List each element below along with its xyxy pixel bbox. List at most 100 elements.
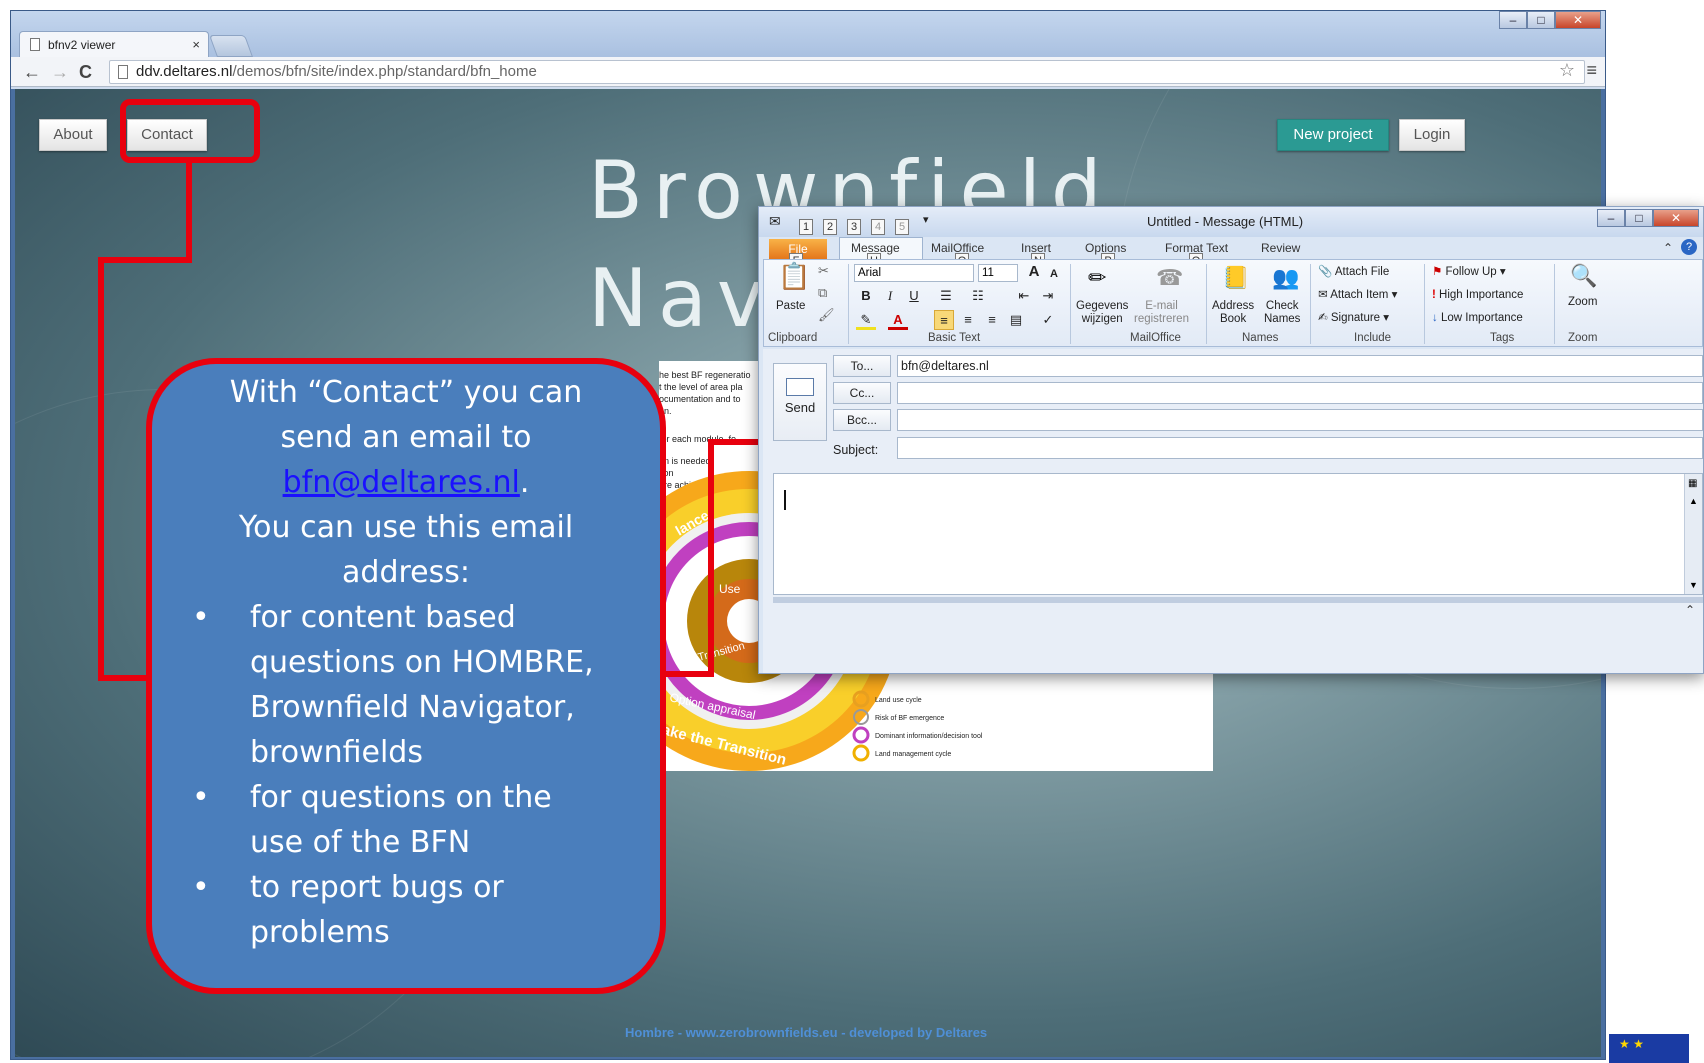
bullets-icon[interactable]: ☰ — [936, 286, 956, 306]
format-painter-icon[interactable]: 🖌 — [818, 308, 835, 321]
justify-icon[interactable]: ▤ — [1006, 310, 1026, 330]
spelling-icon[interactable]: ✓ — [1038, 310, 1058, 330]
callout-email-link[interactable]: bfn@deltares.nl — [283, 465, 520, 500]
copy-icon[interactable]: ⧉ — [818, 286, 827, 299]
bold-icon[interactable]: B — [856, 286, 876, 306]
expand-people-pane-icon[interactable]: ⌃ — [1685, 603, 1695, 617]
close-window-button[interactable]: ✕ — [1653, 209, 1699, 227]
numbering-icon[interactable]: ☷ — [968, 286, 988, 306]
browser-tab[interactable]: bfnv2 viewer × — [19, 31, 209, 57]
high-importance-icon: ! — [1432, 289, 1440, 301]
maximize-button[interactable]: □ — [1527, 11, 1555, 29]
bcc-field[interactable] — [897, 409, 1703, 431]
legend-swatch — [852, 744, 870, 762]
low-importance-button[interactable]: ↓ Low Importance — [1432, 312, 1523, 325]
signature-button[interactable]: ✍ Signature ▾ — [1318, 312, 1389, 325]
quick-access-key: 4 — [871, 219, 885, 235]
tab-review[interactable]: Review — [1261, 241, 1300, 255]
italic-icon[interactable]: I — [880, 286, 900, 306]
ruler-icon[interactable]: ▦ — [1688, 478, 1697, 489]
high-importance-button[interactable]: ! High Importance — [1432, 289, 1523, 302]
scroll-up-icon[interactable]: ▲ — [1689, 496, 1698, 506]
check-names-button[interactable]: Check Names — [1264, 300, 1300, 326]
ribbon: 📋 Paste ✂ ⧉ 🖌 Clipboard Arial 11 A A B I… — [763, 259, 1703, 347]
about-button[interactable]: About — [39, 119, 107, 151]
new-tab-button[interactable] — [208, 35, 254, 57]
minimize-button[interactable]: – — [1499, 11, 1527, 29]
legend-swatch — [852, 726, 870, 744]
group-separator — [848, 264, 849, 344]
bcc-button[interactable]: Bcc... — [833, 409, 891, 431]
ribbon-collapse-icon[interactable]: ⌃ — [1663, 241, 1673, 255]
address-bar[interactable]: ddv.deltares.nl/demos/bfn/site/index.php… — [109, 60, 1585, 84]
maximize-button[interactable]: □ — [1625, 209, 1653, 227]
to-button[interactable]: To... — [833, 355, 891, 377]
forward-icon[interactable]: → — [51, 62, 69, 82]
menu-icon[interactable]: ≡ — [1586, 60, 1597, 81]
font-color-icon[interactable]: A — [888, 310, 908, 330]
quick-access-key: 5 — [895, 219, 909, 235]
page-icon — [30, 38, 40, 51]
star-icon[interactable]: ☆ — [1559, 60, 1575, 81]
vertical-scrollbar[interactable]: ▦ ▲ ▼ — [1684, 474, 1702, 594]
legend-label: Land management cycle — [875, 751, 951, 758]
paste-button[interactable]: Paste — [776, 300, 805, 313]
align-center-icon[interactable]: ≡ — [958, 310, 978, 330]
text-caret — [784, 490, 786, 510]
highlight-icon[interactable]: ✎ — [856, 310, 876, 330]
horizontal-divider — [773, 597, 1703, 603]
legend-label: Dominant information/decision tool — [875, 733, 983, 740]
minimize-button[interactable]: – — [1597, 209, 1625, 227]
attach-item-button[interactable]: ✉ Attach Item ▾ — [1318, 289, 1397, 302]
connector-line — [660, 671, 714, 677]
eu-flag-logo: ★ ★ — [1609, 1034, 1689, 1063]
group-separator — [1554, 264, 1555, 344]
email-registreren-button[interactable]: E-mail registreren — [1134, 300, 1189, 326]
new-project-button[interactable]: New project — [1277, 119, 1389, 151]
address-book-icon: 📒 — [1222, 265, 1250, 290]
cc-field[interactable] — [897, 382, 1703, 404]
address-book-button[interactable]: Address Book — [1212, 300, 1254, 326]
group-separator — [1310, 264, 1311, 344]
back-icon[interactable]: ← — [23, 62, 41, 82]
font-name-select[interactable]: Arial — [854, 264, 974, 282]
tab-close-icon[interactable]: × — [192, 37, 200, 52]
send-button[interactable]: Send — [773, 363, 827, 441]
login-button[interactable]: Login — [1399, 119, 1465, 151]
bullet-icon: • — [192, 870, 210, 905]
shrink-font-icon[interactable]: A — [1044, 264, 1064, 284]
gegevens-wijzigen-button[interactable]: Gegevens wijzigen — [1076, 300, 1128, 326]
bullet-item: to report bugs or problems — [250, 870, 504, 950]
subject-field[interactable] — [897, 437, 1703, 459]
decrease-indent-icon[interactable]: ⇤ — [1014, 286, 1034, 306]
connector-line — [708, 439, 764, 445]
font-size-select[interactable]: 11 — [978, 264, 1018, 282]
connector-line — [98, 257, 104, 681]
footer-link[interactable]: www.zerobrownfields.eu — [686, 1025, 838, 1040]
align-left-icon[interactable]: ≡ — [934, 310, 954, 330]
increase-indent-icon[interactable]: ⇥ — [1038, 286, 1058, 306]
cut-icon[interactable]: ✂ — [818, 264, 829, 277]
scroll-down-icon[interactable]: ▼ — [1689, 580, 1698, 590]
grow-font-icon[interactable]: A — [1024, 262, 1044, 282]
customize-qat-icon[interactable]: ▾ — [923, 213, 929, 226]
page-footer: Hombre - www.zerobrownfields.eu - develo… — [625, 1025, 988, 1040]
browser-window-controls: – □ ✕ — [1499, 11, 1601, 29]
register-email-icon: ☎ — [1156, 265, 1184, 290]
group-label-include: Include — [1354, 332, 1392, 344]
message-body[interactable]: ▦ ▲ ▼ — [773, 473, 1703, 595]
attach-file-button[interactable]: 📎 Attach File — [1318, 266, 1389, 279]
underline-icon[interactable]: U — [904, 286, 924, 306]
low-importance-icon: ↓ — [1432, 312, 1441, 324]
close-window-button[interactable]: ✕ — [1555, 11, 1601, 29]
help-icon[interactable]: ? — [1681, 239, 1697, 255]
screenshot-stage: – □ ✕ bfnv2 viewer × ← → C ddv.deltares.… — [0, 0, 1704, 1063]
reload-icon[interactable]: C — [79, 62, 92, 82]
attach-item-icon: ✉ — [1318, 289, 1331, 301]
cc-button[interactable]: Cc... — [833, 382, 891, 404]
zoom-button[interactable]: Zoom — [1568, 296, 1597, 309]
browser-chrome: – □ ✕ bfnv2 viewer × ← → C ddv.deltares.… — [11, 11, 1605, 89]
align-right-icon[interactable]: ≡ — [982, 310, 1002, 330]
follow-up-button[interactable]: ⚑ Follow Up ▾ — [1432, 266, 1506, 279]
to-field[interactable]: bfn@deltares.nl — [897, 355, 1703, 377]
